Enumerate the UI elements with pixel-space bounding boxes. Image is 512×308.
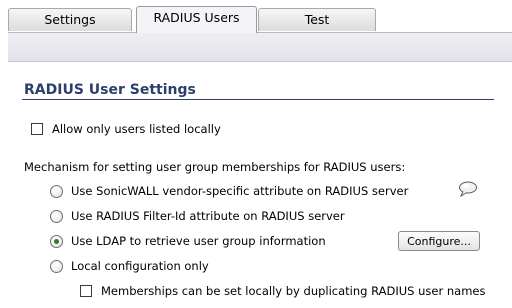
tab-strip: Settings RADIUS Users Test [0,0,512,33]
radio-local-config-label: Local configuration only [71,259,209,273]
radio-local-config[interactable] [50,260,63,273]
section-divider [22,99,494,100]
configure-button[interactable]: Configure... [398,231,480,251]
radio-ldap[interactable] [50,235,63,248]
allow-local-only-checkbox[interactable] [31,123,43,135]
tab-radius-users[interactable]: RADIUS Users [136,6,257,33]
mechanism-heading: Mechanism for setting user group members… [24,160,406,174]
allow-local-only-label: Allow only users listed locally [52,122,221,136]
radio-ldap-label: Use LDAP to retrieve user group informat… [71,234,326,248]
section-title: RADIUS User Settings [24,82,196,98]
speech-bubble-icon[interactable] [458,181,478,197]
tab-settings[interactable]: Settings [8,8,132,31]
tab-panel-header [8,32,512,62]
tab-test[interactable]: Test [258,8,376,31]
radio-sonicwall-vsa[interactable] [50,185,63,198]
radio-filter-id[interactable] [50,210,63,223]
memberships-local-label: Memberships can be set locally by duplic… [101,284,486,298]
memberships-local-checkbox[interactable] [80,285,92,297]
radio-selected-dot [54,239,59,244]
radio-filter-id-label: Use RADIUS Filter-Id attribute on RADIUS… [71,209,345,223]
radio-sonicwall-vsa-label: Use SonicWALL vendor-specific attribute … [71,184,409,198]
